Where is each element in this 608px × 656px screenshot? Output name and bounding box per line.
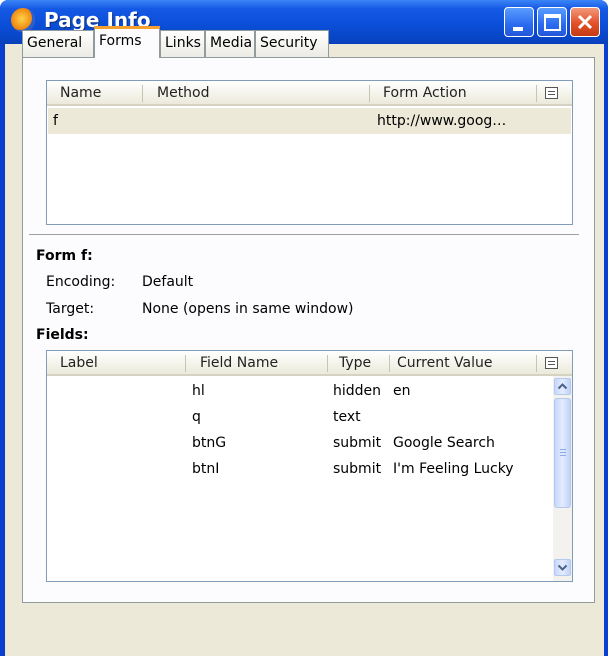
scroll-down-button[interactable] — [554, 559, 571, 576]
tab-general[interactable]: General — [22, 30, 94, 57]
minimize-button[interactable] — [504, 7, 534, 37]
form-action-cell: http://www.goog… — [377, 113, 507, 129]
tab-media[interactable]: Media — [205, 30, 255, 57]
tab-links[interactable]: Links — [160, 30, 205, 57]
firefox-icon — [11, 8, 35, 32]
column-header-name[interactable]: Name — [60, 81, 101, 106]
maximize-button[interactable] — [537, 7, 567, 37]
target-value: None (opens in same window) — [142, 301, 354, 317]
page-info-window: Page Info General Forms Links Media Secu… — [0, 0, 608, 656]
chevron-down-icon — [557, 564, 568, 571]
grip-line — [560, 449, 566, 450]
chevron-up-icon — [557, 383, 568, 390]
column-separator[interactable] — [389, 355, 390, 372]
form-details-heading: Form f: — [36, 248, 93, 264]
field-name-cell: q — [192, 409, 201, 425]
minimize-icon — [513, 27, 523, 31]
form-name-cell: f — [53, 113, 58, 129]
column-picker-icon[interactable] — [545, 87, 558, 99]
column-separator[interactable] — [142, 85, 143, 102]
field-type-cell: submit — [333, 435, 382, 451]
column-separator[interactable] — [536, 85, 537, 102]
field-name-cell: btnI — [192, 461, 220, 477]
fields-list[interactable]: Label Field Name Type Current Value hl h… — [46, 350, 573, 582]
field-type-cell: hidden — [333, 383, 382, 399]
grip-line — [560, 452, 566, 453]
field-row[interactable]: hl hidden en — [48, 378, 552, 404]
column-header-form-action[interactable]: Form Action — [383, 81, 467, 106]
column-header-method[interactable]: Method — [157, 81, 210, 106]
field-name-cell: btnG — [192, 435, 227, 451]
encoding-label: Encoding: — [46, 274, 116, 290]
column-picker-icon[interactable] — [545, 357, 558, 369]
column-header-current-value[interactable]: Current Value — [397, 351, 492, 376]
field-value-cell: Google Search — [393, 435, 495, 451]
target-label: Target: — [46, 301, 95, 317]
close-button[interactable] — [570, 7, 600, 37]
tab-security[interactable]: Security — [255, 30, 329, 57]
grip-line — [560, 455, 566, 456]
maximize-icon — [544, 14, 561, 31]
column-separator[interactable] — [536, 355, 537, 372]
field-value-cell: en — [393, 383, 411, 399]
field-row[interactable]: btnG submit Google Search — [48, 430, 552, 456]
field-name-cell: hl — [192, 383, 205, 399]
column-header-label[interactable]: Label — [60, 351, 98, 376]
column-separator[interactable] — [369, 85, 370, 102]
fields-scrollbar[interactable] — [553, 376, 572, 581]
column-separator[interactable] — [185, 355, 186, 372]
form-row[interactable]: f http://www.goog… — [48, 108, 571, 134]
fields-list-header: Label Field Name Type Current Value — [47, 351, 572, 376]
column-header-field-name[interactable]: Field Name — [200, 351, 278, 376]
scroll-up-button[interactable] — [554, 378, 571, 395]
field-row[interactable]: q text — [48, 404, 552, 430]
forms-list[interactable]: Name Method Form Action f http://www.goo… — [46, 80, 573, 225]
column-header-type[interactable]: Type — [339, 351, 371, 376]
tab-forms[interactable]: Forms — [94, 26, 160, 58]
field-value-cell: I'm Feeling Lucky — [393, 461, 514, 477]
fields-heading: Fields: — [36, 327, 89, 343]
field-type-cell: text — [333, 409, 361, 425]
column-separator[interactable] — [327, 355, 328, 372]
encoding-value: Default — [142, 274, 194, 290]
splitter[interactable] — [29, 234, 579, 237]
scroll-thumb[interactable] — [554, 398, 571, 508]
field-type-cell: submit — [333, 461, 382, 477]
field-row[interactable]: btnI submit I'm Feeling Lucky — [48, 456, 552, 482]
forms-list-header: Name Method Form Action — [47, 81, 572, 106]
close-icon — [577, 14, 593, 30]
